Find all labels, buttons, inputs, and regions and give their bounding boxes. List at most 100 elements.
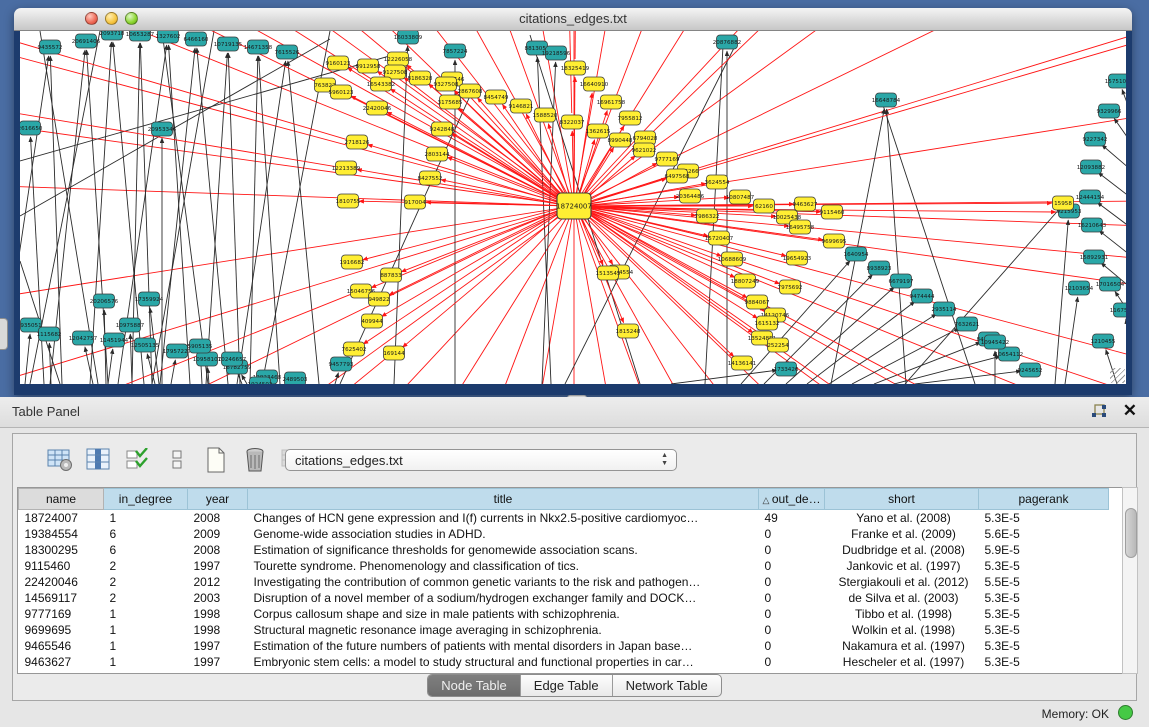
graph-node-label: 10719135 [214,42,243,48]
graph-edge [228,53,240,384]
graph-node-label: 9457793 [329,362,354,368]
table-cell: 0 [759,542,825,558]
column-header-pagerank[interactable]: pagerank [979,489,1109,510]
graph-node-label: 7975692 [778,285,803,291]
table-cell: 5.3E-5 [979,590,1109,606]
graph-node-label: 8427552 [418,176,443,182]
table-cell: 2003 [188,590,248,606]
column-header-in_degree[interactable]: in_degree [104,489,188,510]
graph-edge [915,371,1021,384]
graph-node-label: 16961758 [597,100,626,106]
table-cell: 0 [759,574,825,590]
graph-node-label: 9777169 [655,157,680,163]
table-cell: 49 [759,510,825,527]
column-header-short[interactable]: short [825,489,979,510]
graph-edge [206,53,227,384]
graph-node-label: 11451944 [100,338,129,344]
graph-node-label: 9463627 [793,202,818,208]
graph-node-label: 7857224 [443,49,468,55]
close-panel-icon[interactable]: ✕ [1123,402,1137,420]
float-panel-icon[interactable] [1091,404,1107,419]
table-cell: 0 [759,606,825,622]
table-cell: 9115460 [19,558,104,574]
graph-node-label: 2718126 [345,140,370,146]
table-row[interactable]: 911546021997Tourette syndrome. Phenomeno… [19,558,1109,574]
graph-node-label: 10246657 [218,357,247,363]
network-canvas[interactable]: 9435572206914062093718106532871327602646… [20,31,1126,384]
tab-node-table[interactable]: Node Table [428,675,521,696]
table-row[interactable]: 1938455462009Genome-wide association stu… [19,526,1109,542]
table-row[interactable]: 2242004622012Investigating the contribut… [19,574,1109,590]
graph-node-label: 12444154 [1076,195,1105,201]
memory-status-label[interactable]: Memory: OK [1042,707,1109,721]
table-cell: 0 [759,638,825,654]
table-cell: 5.3E-5 [979,510,1109,527]
row-select-icon[interactable] [125,447,151,473]
graph-node-label: 9329966 [1097,109,1122,115]
table-cell: 5.5E-5 [979,574,1109,590]
graph-node-label: 6794028 [633,136,658,142]
graph-edge [390,89,560,200]
column-header-year[interactable]: year [188,489,248,510]
table-cell: Investigating the contribution of common… [248,574,759,590]
table-cell: Changes of HCN gene expression and I(f) … [248,510,759,527]
delete-column-trash-icon[interactable] [242,447,268,473]
graph-node-label: 16648784 [872,98,901,104]
column-header-name[interactable]: name [19,489,104,510]
table-cell: 1 [104,606,188,622]
graph-node-label: 18807249 [731,279,760,285]
graph-edge [242,375,247,384]
table-panel-header: Table Panel ✕ [0,397,1149,428]
table-mode-icon[interactable] [47,447,73,473]
row-height-icon[interactable] [164,447,190,473]
window-resize-grip[interactable] [1110,368,1125,383]
table-row[interactable]: 1456911722003Disruption of a novel membe… [19,590,1109,606]
table-vertical-scrollbar[interactable] [1122,487,1138,674]
table-cell: 6 [104,542,188,558]
table-row[interactable]: 946362711997Embryonic stem cells: a mode… [19,654,1109,670]
scrollbar-thumb[interactable] [1125,508,1137,558]
column-header-out_de[interactable]: △ out_de… [759,489,825,510]
table-row[interactable]: 1830029562008Estimation of significance … [19,542,1109,558]
table-cell: 2008 [188,542,248,558]
graph-edge [887,109,906,384]
graph-edge [880,96,975,384]
table-cell: Estimation of the future numbers of pati… [248,638,759,654]
table-row[interactable]: 977716911998Corpus callosum shape and si… [19,606,1109,622]
network-window-titlebar[interactable]: citations_edges.txt [14,8,1132,31]
graph-node-label: 18325419 [561,66,590,72]
table-row[interactable]: 1872400712008Changes of HCN gene express… [19,510,1109,527]
citation-network-graph[interactable]: 9435572206914062093718106532871327602646… [20,31,1126,384]
new-table-icon[interactable] [203,447,229,473]
table-row[interactable]: 946554611997Estimation of the future num… [19,638,1109,654]
graph-node-label: 1815248 [616,329,641,335]
graph-edge [49,343,51,384]
graph-node-label: 5960123 [329,90,354,96]
graph-edge [401,210,559,272]
graph-node-label: 10653287 [126,32,155,38]
column-header-title[interactable]: title [248,489,759,510]
graph-edge [394,46,408,384]
graph-node-label: 1810755 [336,199,361,205]
table-tabs-row: Node TableEdge TableNetwork Table [13,674,1136,700]
tab-network-table[interactable]: Network Table [613,675,721,696]
table-row[interactable]: 969969511998Structural magnetic resonanc… [19,622,1109,638]
table-selector-dropdown[interactable]: citations_edges.txt ▲▼ [285,449,677,471]
tab-edge-table[interactable]: Edge Table [521,675,613,696]
table-panel: Table Panel ✕ [0,397,1149,727]
table-cell: Genome-wide association studies in ADHD. [248,526,759,542]
table-cell: Nakamura et al. (1997) [825,638,979,654]
graph-node-label: 1588520 [533,113,558,119]
show-columns-icon[interactable] [86,447,112,473]
table-cell: 2009 [188,526,248,542]
table-cell: 2 [104,558,188,574]
graph-node-label: 7986322 [695,214,720,220]
graph-node-label: 9242848 [430,127,455,133]
table-cell: 18300295 [19,542,104,558]
table-cell: Corpus callosum shape and size in male p… [248,606,759,622]
table-cell: 1 [104,622,188,638]
panel-collapse-handle[interactable] [0,318,8,350]
graph-node-label: 8990448 [608,138,633,144]
graph-edge [162,31,208,384]
graph-edge [742,262,1126,384]
